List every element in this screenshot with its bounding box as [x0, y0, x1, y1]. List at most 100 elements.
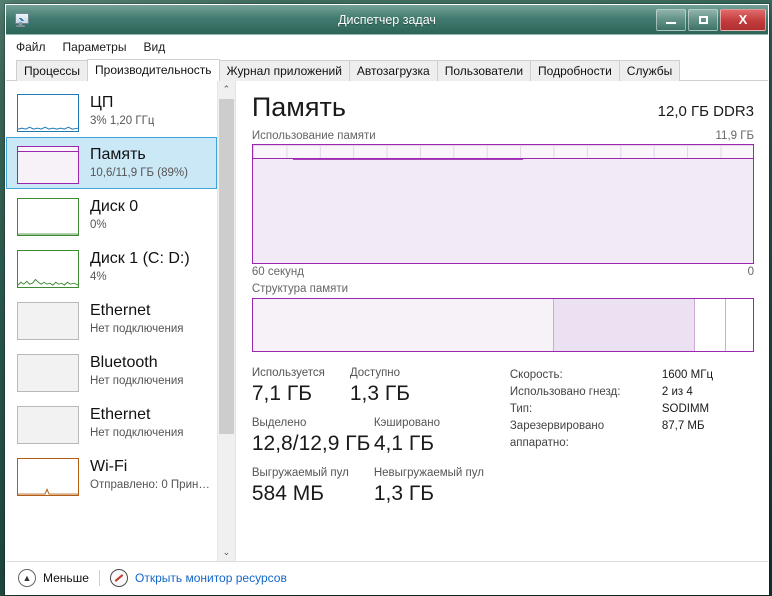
tab-processes[interactable]: Процессы — [16, 60, 89, 81]
graph-time-span-label: 60 секунд — [251, 266, 304, 278]
sidebar-item-disk0-sub: 0% — [90, 219, 107, 231]
system-speed-value: 1600 МГц — [661, 369, 714, 381]
memory-graph-caption: Использование памяти 11,9 ГБ — [252, 130, 754, 142]
scroll-up-icon[interactable]: ⌃ — [218, 81, 235, 98]
memory-composition-bar[interactable] — [251, 298, 754, 352]
tab-app-history[interactable]: Журнал приложений — [218, 60, 350, 81]
footer-divider — [98, 570, 100, 586]
stat-in-use: Используется 7,1 ГБ — [252, 366, 350, 407]
tab-details[interactable]: Подробности — [530, 60, 620, 81]
maximize-button[interactable] — [688, 8, 718, 31]
memory-panel-header: Память 12,0 ГБ DDR3 — [252, 91, 754, 123]
sidebar-item-wifi[interactable]: Wi-Fi Отправлено: 0 Прин… — [6, 449, 217, 501]
resource-monitor-icon — [109, 569, 128, 587]
menu-bar: Файл Параметры Вид — [6, 35, 768, 58]
ethernet2-thumbnail-graph — [17, 406, 79, 444]
stat-nonpaged-pool: Невыгружаемый пул 1,3 ГБ — [374, 466, 484, 507]
stat-in-use-label: Используется — [251, 367, 325, 379]
sidebar-item-ethernet-2[interactable]: Ethernet Нет подключения — [6, 397, 217, 449]
page-title: Память — [251, 92, 346, 122]
tab-performance[interactable]: Производительность — [87, 59, 220, 81]
sidebar-item-bluetooth-text: Bluetooth Нет подключения — [90, 353, 184, 389]
scrollbar-thumb[interactable] — [218, 99, 234, 434]
task-manager-icon — [13, 12, 29, 28]
minimize-button[interactable] — [656, 8, 686, 31]
composition-segment-in-use — [252, 299, 553, 351]
stat-available-value: 1,3 ГБ — [349, 382, 411, 405]
cpu-thumbnail-graph — [17, 94, 79, 132]
sidebar-item-ethernet-1-title: Ethernet — [90, 302, 151, 319]
minimize-icon — [666, 21, 676, 24]
memory-capacity-label: 12,0 ГБ DDR3 — [657, 103, 754, 120]
fewer-details-label: Меньше — [43, 571, 89, 585]
stat-nonpaged-pool-label: Невыгружаемый пул — [373, 467, 484, 479]
memory-panel: Память 12,0 ГБ DDR3 Использование памяти… — [236, 81, 768, 561]
sidebar-item-disk0-text: Диск 0 0% — [90, 197, 138, 233]
stat-available-label: Доступно — [349, 367, 401, 379]
memory-statistics: Используется 7,1 ГБ Доступно 1,3 ГБ Выде… — [252, 366, 754, 561]
system-formfactor-value: SODIMM — [661, 403, 710, 415]
system-slots-label: Использовано гнезд: — [509, 386, 621, 398]
menu-item-file[interactable]: Файл — [16, 40, 46, 54]
sidebar-item-memory-text: Память 10,6/11,9 ГБ (89%) — [90, 145, 188, 181]
status-bar: ▲ Меньше Открыть монитор ресурсов — [6, 561, 768, 594]
stat-committed-label: Выделено — [251, 417, 307, 429]
sidebar-item-ethernet-1-text: Ethernet Нет подключения — [90, 301, 184, 337]
stats-row-3: Выгружаемый пул 584 МБ Невыгружаемый пул… — [252, 466, 510, 507]
stat-nonpaged-pool-value: 1,3 ГБ — [373, 482, 435, 505]
sidebar-item-ethernet-1[interactable]: Ethernet Нет подключения — [6, 293, 217, 345]
title-bar[interactable]: Диспетчер задач X — [6, 5, 768, 35]
open-resource-monitor-link[interactable]: Открыть монитор ресурсов — [109, 569, 287, 587]
system-hardware-reserved-value: 87,7 МБ — [661, 420, 705, 432]
system-slots-value: 2 из 4 — [661, 386, 693, 398]
tab-services[interactable]: Службы — [618, 60, 681, 81]
system-row-slots: Использовано гнезд: 2 из 4 — [510, 384, 754, 401]
disk1-thumbnail-graph — [17, 250, 79, 288]
sidebar-item-disk0[interactable]: Диск 0 0% — [6, 189, 217, 241]
memory-thumbnail-graph — [17, 146, 79, 184]
content-area: ЦП 3% 1,20 ГГц Память 10,6/11,9 ГБ (89%) — [6, 81, 768, 561]
sidebar-item-wifi-text: Wi-Fi Отправлено: 0 Прин… — [90, 457, 210, 493]
fewer-details-button[interactable]: ▲ Меньше — [18, 569, 89, 587]
tab-users[interactable]: Пользователи — [436, 60, 532, 81]
stat-committed-value: 12,8/12,9 ГБ — [251, 432, 371, 455]
sidebar-item-ethernet-2-text: Ethernet Нет подключения — [90, 405, 184, 441]
memory-composition-caption: Структура памяти — [251, 283, 349, 295]
system-row-hardware-reserved: Зарезервировано аппаратно: 87,7 МБ — [510, 418, 754, 452]
tab-strip: Процессы Производительность Журнал прило… — [6, 58, 768, 81]
resource-sidebar: ЦП 3% 1,20 ГГц Память 10,6/11,9 ГБ (89%) — [6, 81, 236, 561]
sidebar-item-cpu-sub: 3% 1,20 ГГц — [90, 115, 155, 127]
sidebar-item-disk1-sub: 4% — [90, 271, 107, 283]
sidebar-item-memory[interactable]: Память 10,6/11,9 ГБ (89%) — [6, 137, 217, 189]
memory-graph-footer: 60 секунд 0 — [252, 266, 754, 278]
system-formfactor-label: Тип: — [509, 403, 533, 415]
sidebar-item-bluetooth[interactable]: Bluetooth Нет подключения — [6, 345, 217, 397]
close-button[interactable]: X — [720, 8, 766, 31]
system-row-formfactor: Тип: SODIMM — [510, 401, 754, 418]
system-hardware-reserved-label: Зарезервировано аппаратно: — [509, 420, 605, 449]
sidebar-item-wifi-title: Wi-Fi — [90, 458, 128, 475]
sidebar-item-ethernet-2-sub: Нет подключения — [90, 427, 184, 439]
sidebar-item-disk1[interactable]: Диск 1 (C: D:) 4% — [6, 241, 217, 293]
window-controls: X — [654, 5, 768, 34]
sidebar-item-cpu[interactable]: ЦП 3% 1,20 ГГц — [6, 85, 217, 137]
task-manager-window: Диспетчер задач X Файл Параметры Вид Про… — [5, 4, 769, 595]
open-resource-monitor-label: Открыть монитор ресурсов — [134, 571, 287, 585]
stat-available: Доступно 1,3 ГБ — [350, 366, 410, 407]
memory-system-info: Скорость: 1600 МГц Использовано гнезд: 2… — [510, 366, 754, 561]
stat-cached-value: 4,1 ГБ — [373, 432, 435, 455]
tab-startup[interactable]: Автозагрузка — [348, 60, 438, 81]
resource-list: ЦП 3% 1,20 ГГц Память 10,6/11,9 ГБ (89%) — [6, 81, 217, 561]
menu-item-options[interactable]: Параметры — [63, 40, 127, 54]
sidebar-item-bluetooth-title: Bluetooth — [90, 354, 158, 371]
composition-segment-modified — [552, 299, 694, 351]
memory-usage-graph[interactable] — [251, 144, 754, 264]
scroll-down-icon[interactable]: ⌄ — [218, 544, 235, 561]
bluetooth-thumbnail-graph — [17, 354, 79, 392]
sidebar-scrollbar[interactable]: ⌃ ⌄ — [216, 81, 235, 561]
menu-item-view[interactable]: Вид — [143, 40, 165, 54]
stat-paged-pool-value: 584 МБ — [251, 482, 325, 505]
sidebar-item-disk1-title: Диск 1 (C: D:) — [90, 250, 190, 267]
composition-segment-free — [724, 299, 753, 351]
sidebar-item-disk0-title: Диск 0 — [90, 198, 139, 215]
